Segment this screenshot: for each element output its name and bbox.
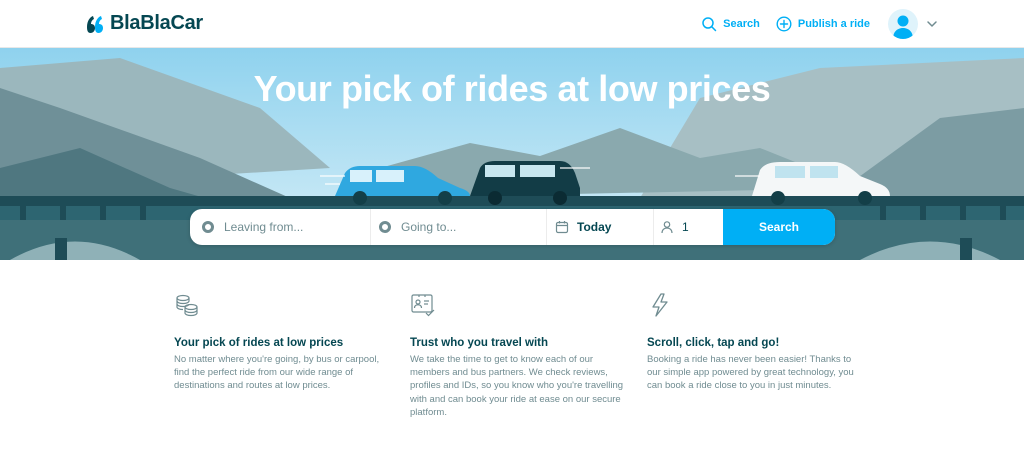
feature-low-prices: Your pick of rides at low prices No matt… <box>174 292 389 393</box>
nav-publish-ride-label: Publish a ride <box>797 18 870 30</box>
lightning-icon <box>652 293 668 317</box>
origin-circle-icon <box>202 221 214 233</box>
feature-text: No matter where you're going, by bus or … <box>174 354 380 392</box>
features-section: Your pick of rides at low prices No matt… <box>0 260 1024 460</box>
destination-circle-icon <box>379 221 391 233</box>
passengers-field[interactable]: 1 <box>654 209 723 245</box>
person-icon <box>661 221 673 234</box>
calendar-icon <box>555 221 569 234</box>
nav-search-label: Search <box>723 18 760 30</box>
feature-trust: Trust who you travel with We take the ti… <box>410 292 625 419</box>
feature-text: Booking a ride has never been easier! Th… <box>647 354 854 392</box>
feature-text: We take the time to get to know each of … <box>410 354 624 418</box>
chevron-down-icon <box>927 21 937 27</box>
plus-circle-icon <box>776 16 792 32</box>
nav-search-link[interactable]: Search <box>701 16 760 32</box>
going-to-placeholder: Going to... <box>401 220 457 234</box>
ride-search-bar: Leaving from... Going to... Today 1 Sear… <box>190 209 835 245</box>
profile-menu-button[interactable] <box>888 9 938 39</box>
date-picker-field[interactable]: Today <box>547 209 654 245</box>
nav-publish-ride-link[interactable]: Publish a ride <box>776 16 870 32</box>
user-silhouette-icon <box>893 15 913 39</box>
feature-easy-booking: Scroll, click, tap and go! Booking a rid… <box>647 292 862 393</box>
top-navbar: BlaBlaCar Search Publish a ride <box>0 0 1024 48</box>
hero-title: Your pick of rides at low prices <box>253 68 771 109</box>
leaving-from-placeholder: Leaving from... <box>224 220 304 234</box>
search-button[interactable]: Search <box>723 209 835 245</box>
passengers-value: 1 <box>682 220 689 234</box>
search-icon <box>702 17 717 32</box>
leaving-from-field[interactable]: Leaving from... <box>190 209 371 245</box>
header-nav: Search Publish a ride <box>701 9 938 39</box>
date-value: Today <box>577 220 612 234</box>
brand-name: BlaBlaCar <box>110 12 203 34</box>
blablacar-logo-icon <box>87 15 103 33</box>
feature-title: Trust who you travel with <box>410 337 549 349</box>
avatar <box>888 9 918 39</box>
id-card-check-icon <box>411 294 435 317</box>
feature-title: Your pick of rides at low prices <box>174 337 344 349</box>
going-to-field[interactable]: Going to... <box>371 209 547 245</box>
feature-title: Scroll, click, tap and go! <box>647 337 780 349</box>
coins-icon <box>176 294 198 317</box>
brand-logo[interactable]: BlaBlaCar <box>84 12 203 35</box>
